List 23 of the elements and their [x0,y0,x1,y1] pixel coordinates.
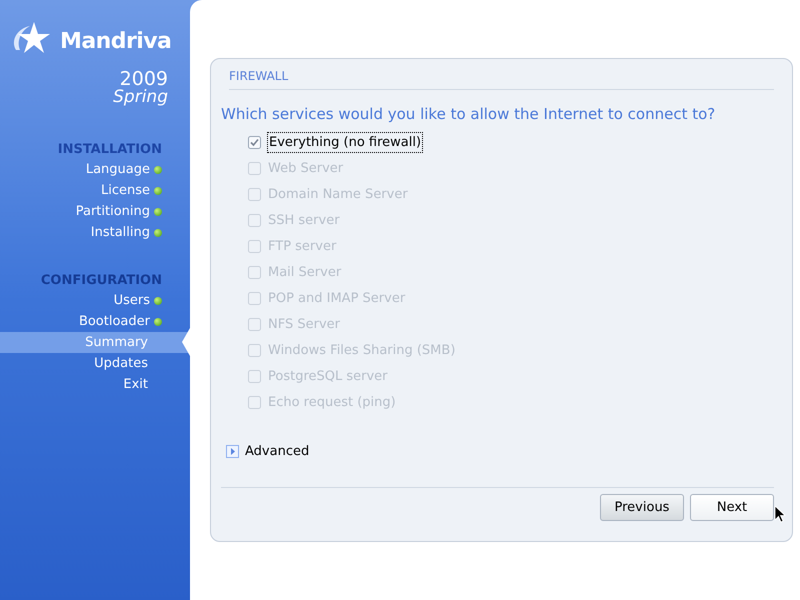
question-text: Which services would you like to allow the Internet to connect to? [221,104,716,125]
logo-text: Mandriva [60,28,172,56]
step-item: Installing [90,224,150,242]
step-item: Updates [94,354,148,373]
step-item: Partitioning [76,203,150,222]
panel-title: FIREWALL [229,67,774,90]
logo-year: 2009 [120,70,168,89]
mouse-cursor-icon [775,506,786,523]
wizard-button[interactable]: Previous [600,494,684,521]
step-item: Bootloader [78,312,150,331]
section-heading: INSTALLATION [58,141,162,159]
section-heading: CONFIGURATION [40,272,162,290]
wizard-button[interactable]: Next [690,494,774,521]
advanced-label[interactable]: Advanced [245,442,310,461]
step-item: Language [86,161,150,180]
checkbox-label[interactable]: Everything (no firewall) [267,132,424,154]
expander-icon[interactable] [226,444,239,458]
step-item: Summary [85,334,148,352]
checkbox[interactable] [248,136,261,149]
logo-edition: Spring [113,89,168,106]
step-item: License [100,182,150,200]
step-item: Users [114,292,150,310]
step-item: Exit [123,376,148,394]
